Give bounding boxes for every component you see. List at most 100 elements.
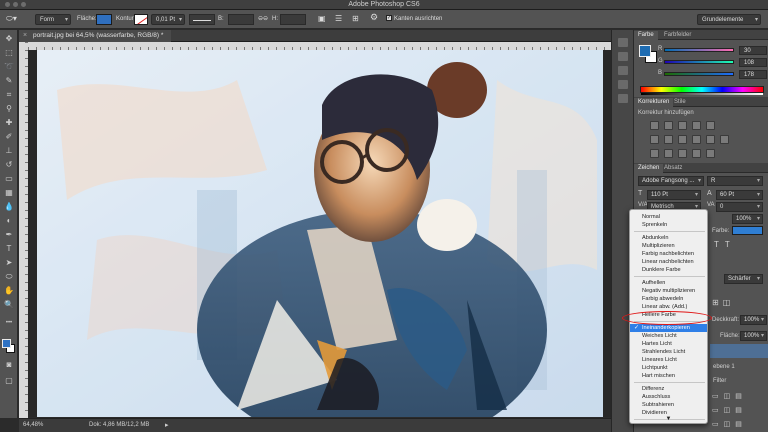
blend-mode-item[interactable]: Hart mischen xyxy=(630,372,707,380)
tab-color[interactable]: Farbe xyxy=(634,31,658,40)
tab-swatches[interactable]: Farbfelder xyxy=(660,31,695,40)
blend-mode-item[interactable]: Normal xyxy=(630,213,707,221)
blend-mode-item[interactable]: Ausschluss xyxy=(630,393,707,401)
document-tab[interactable]: × portrait.jpg bei 64,5% (wasserfarbe, R… xyxy=(19,30,172,42)
layer-footer-icons-2[interactable]: ▭◫▤ xyxy=(712,406,747,414)
invert-adjustment-icon[interactable] xyxy=(650,149,659,158)
tab-styles[interactable]: Stile xyxy=(670,98,690,107)
blend-mode-item[interactable]: Sprenkeln xyxy=(630,221,707,229)
blur-tool-icon[interactable]: 💧 xyxy=(3,202,15,212)
history-panel-icon[interactable] xyxy=(618,38,628,47)
threshold-adjustment-icon[interactable] xyxy=(678,149,687,158)
curves-adjustment-icon[interactable] xyxy=(678,121,687,130)
color-lookup-adjustment-icon[interactable] xyxy=(720,135,729,144)
screen-mode-icon[interactable]: ▢ xyxy=(3,376,15,386)
blend-mode-item[interactable]: Differenz xyxy=(630,385,707,393)
menu-scroll-down-icon[interactable]: ▼ xyxy=(630,416,707,422)
eyedropper-tool-icon[interactable]: ⚲ xyxy=(3,104,15,114)
blend-mode-item[interactable]: Farbton xyxy=(630,422,707,423)
fill-swatch[interactable] xyxy=(96,14,112,25)
selective-color-adjustment-icon[interactable] xyxy=(706,149,715,158)
ellipse-tool-icon[interactable]: ⬭▾ xyxy=(6,13,17,24)
vibrance-adjustment-icon[interactable] xyxy=(706,121,715,130)
foreground-color-swatch[interactable] xyxy=(2,339,11,348)
more-tools-icon[interactable]: ••• xyxy=(3,318,15,328)
blend-mode-item[interactable]: Negativ multiplizieren xyxy=(630,287,707,295)
healing-brush-tool-icon[interactable]: ✚ xyxy=(3,118,15,128)
path-operations-icon[interactable]: ▣ xyxy=(318,13,326,24)
levels-adjustment-icon[interactable] xyxy=(664,121,673,130)
blend-mode-item[interactable]: Hartes Licht xyxy=(630,340,707,348)
exposure-adjustment-icon[interactable] xyxy=(692,121,701,130)
canvas-area[interactable] xyxy=(28,50,611,417)
dodge-tool-icon[interactable]: ◐ xyxy=(3,216,15,226)
blend-mode-item[interactable]: Strahlendes Licht xyxy=(630,348,707,356)
path-arrange-icon[interactable]: ⊞ xyxy=(352,13,359,24)
text-color-swatch[interactable] xyxy=(732,226,763,235)
status-menu-arrow-icon[interactable]: ▸ xyxy=(165,419,169,432)
channel-mixer-adjustment-icon[interactable] xyxy=(706,135,715,144)
blend-mode-item[interactable]: Linear nachbelichten xyxy=(630,258,707,266)
stroke-width-field[interactable]: 0,01 Pt xyxy=(151,14,185,26)
layer-fill-field[interactable]: 100% xyxy=(740,331,767,341)
green-value[interactable]: 108 xyxy=(739,58,767,67)
layer-footer-icons[interactable]: ▭◫▤ xyxy=(712,392,747,400)
color-spectrum[interactable] xyxy=(640,86,764,95)
color-panel-foreground[interactable] xyxy=(639,45,651,57)
tab-adjustments[interactable]: Korrekturen xyxy=(634,98,674,107)
layer-filter-icons[interactable]: ⊞◫ xyxy=(712,298,734,307)
layer-name-fragment[interactable]: ebene 1 xyxy=(713,364,735,370)
horizontal-ruler[interactable] xyxy=(28,42,611,50)
blend-mode-item[interactable]: Lineares Licht xyxy=(630,356,707,364)
horizontal-scale-field[interactable]: 100% xyxy=(732,214,763,224)
tab-paragraph[interactable]: Absatz xyxy=(660,164,686,173)
properties-panel-icon[interactable] xyxy=(618,66,628,75)
font-family-select[interactable]: Adobe Fangsong ... xyxy=(638,176,704,186)
posterize-adjustment-icon[interactable] xyxy=(664,149,673,158)
blend-mode-item[interactable]: Ineinanderkopieren xyxy=(630,324,707,332)
actions-panel-icon[interactable] xyxy=(618,52,628,61)
quick-select-tool-icon[interactable]: ✎ xyxy=(3,76,15,86)
blend-mode-item[interactable]: Weiches Licht xyxy=(630,332,707,340)
path-alignment-icon[interactable]: ☰ xyxy=(335,13,342,24)
marquee-tool-icon[interactable]: ⬚ xyxy=(3,48,15,58)
type-tool-icon[interactable]: T xyxy=(3,244,15,254)
gradient-map-adjustment-icon[interactable] xyxy=(692,149,701,158)
color-balance-adjustment-icon[interactable] xyxy=(664,135,673,144)
leading-select[interactable]: 60 Pt xyxy=(716,190,763,200)
brightness-adjustment-icon[interactable] xyxy=(650,121,659,130)
font-size-select[interactable]: 110 Pt xyxy=(647,190,701,200)
clone-source-panel-icon[interactable] xyxy=(618,94,628,103)
stroke-type-select[interactable] xyxy=(189,14,215,25)
blend-mode-item[interactable]: Subtrahieren xyxy=(630,401,707,409)
blend-mode-item[interactable]: Abdunkeln xyxy=(630,234,707,242)
width-input[interactable] xyxy=(228,14,254,25)
blue-value[interactable]: 178 xyxy=(739,70,767,79)
red-value[interactable]: 30 xyxy=(739,46,767,55)
crop-tool-icon[interactable]: ⌗ xyxy=(3,90,15,100)
blend-mode-item[interactable]: Linear abw. (Add.) xyxy=(630,303,707,311)
shape-mode-select[interactable]: Form xyxy=(35,14,71,26)
antialias-select[interactable]: Schärfer xyxy=(724,274,763,284)
brush-panel-icon[interactable] xyxy=(618,80,628,89)
tab-character[interactable]: Zeichen xyxy=(634,164,664,173)
layer-effect-fragment[interactable]: Filter xyxy=(713,378,726,384)
green-slider[interactable] xyxy=(664,60,734,64)
blend-mode-item[interactable]: Dunklere Farbe xyxy=(630,266,707,274)
clone-stamp-tool-icon[interactable]: ⊥ xyxy=(3,146,15,156)
path-selection-tool-icon[interactable]: ➤ xyxy=(3,258,15,268)
selected-layer-row[interactable] xyxy=(710,344,768,358)
blend-mode-item[interactable]: Lichtpunkt xyxy=(630,364,707,372)
link-icon[interactable]: ⊖⊖ xyxy=(258,14,268,25)
document-artwork[interactable] xyxy=(37,50,603,417)
gear-icon[interactable]: ⚙ xyxy=(370,12,378,23)
workspace-select[interactable]: Grundelemente xyxy=(697,14,761,26)
ellipse-shape-tool-icon[interactable]: ⬭ xyxy=(3,272,15,282)
black-white-adjustment-icon[interactable] xyxy=(678,135,687,144)
close-tab-icon[interactable]: × xyxy=(23,30,27,42)
zoom-level[interactable]: 64,48% xyxy=(23,419,43,432)
height-input[interactable] xyxy=(280,14,306,25)
blend-mode-item[interactable]: Aufhellen xyxy=(630,279,707,287)
brush-tool-icon[interactable]: ✐ xyxy=(3,132,15,142)
red-slider[interactable] xyxy=(664,48,734,52)
